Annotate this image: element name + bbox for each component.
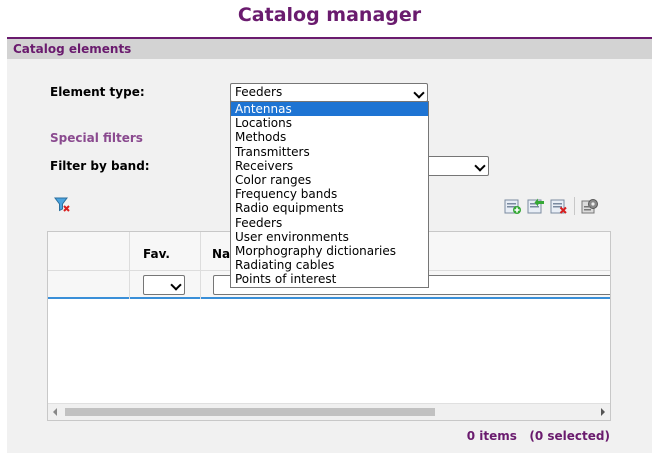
toolbar-divider: [574, 197, 575, 215]
option-points-of-interest[interactable]: Points of interest: [231, 272, 428, 286]
option-feeders[interactable]: Feeders: [231, 216, 428, 230]
option-frequency-bands[interactable]: Frequency bands: [231, 187, 428, 201]
item-count-status: 0 items (0 selected): [466, 429, 610, 443]
column-divider: [200, 232, 201, 299]
special-filters-label: Special filters: [50, 131, 143, 145]
option-locations[interactable]: Locations: [231, 116, 428, 130]
option-color-ranges[interactable]: Color ranges: [231, 173, 428, 187]
element-type-value: Feeders: [235, 85, 283, 99]
import-element-icon[interactable]: [527, 197, 545, 215]
filter-by-band-label: Filter by band:: [50, 159, 150, 173]
page-title: Catalog manager: [237, 4, 422, 26]
add-element-icon[interactable]: [504, 197, 522, 215]
fav-filter-select[interactable]: [143, 275, 185, 295]
delete-element-icon[interactable]: [550, 197, 568, 215]
chevron-down-icon: [474, 160, 486, 172]
scroll-left-icon[interactable]: [53, 408, 57, 416]
option-antennas[interactable]: Antennas: [231, 102, 428, 117]
clear-filter-icon[interactable]: [53, 195, 71, 213]
option-methods[interactable]: Methods: [231, 130, 428, 144]
panel-header: Catalog elements: [7, 37, 652, 59]
option-transmitters[interactable]: Transmitters: [231, 145, 428, 159]
element-type-select[interactable]: Feeders: [230, 83, 428, 102]
settings-icon[interactable]: [581, 197, 599, 215]
chevron-down-icon: [413, 87, 425, 99]
option-radio-equipments[interactable]: Radio equipments: [231, 201, 428, 215]
column-header-fav[interactable]: Fav.: [143, 247, 170, 261]
element-type-label: Element type:: [50, 85, 145, 99]
option-morphography-dictionaries[interactable]: Morphography dictionaries: [231, 244, 428, 258]
option-user-environments[interactable]: User environments: [231, 230, 428, 244]
scrollbar-thumb[interactable]: [65, 408, 435, 416]
column-header-name[interactable]: Na: [212, 247, 230, 261]
chevron-down-icon: [170, 279, 182, 291]
element-type-dropdown[interactable]: Antennas Locations Methods Transmitters …: [230, 101, 429, 288]
scroll-right-icon[interactable]: [601, 408, 605, 416]
option-radiating-cables[interactable]: Radiating cables: [231, 258, 428, 272]
horizontal-scrollbar[interactable]: [48, 403, 610, 420]
option-receivers[interactable]: Receivers: [231, 159, 428, 173]
column-divider: [129, 232, 130, 299]
